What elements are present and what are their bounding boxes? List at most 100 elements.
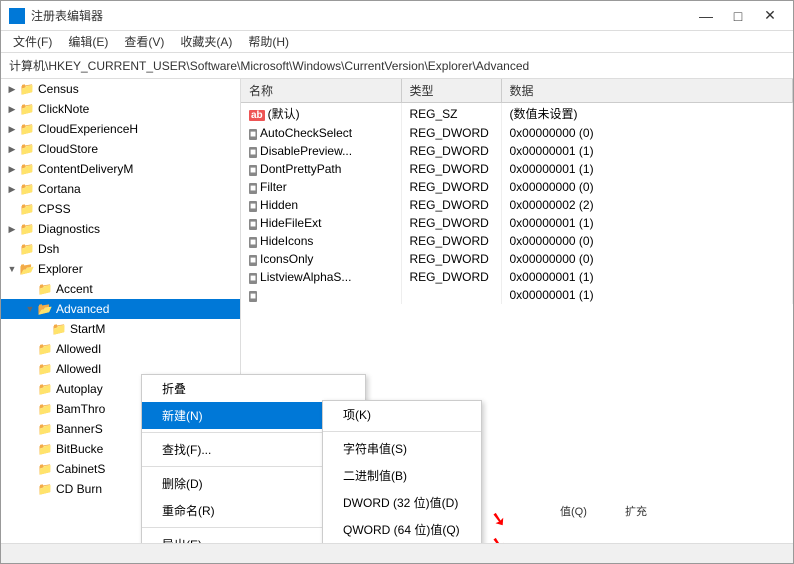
cell-data: 0x00000000 (0) bbox=[501, 178, 793, 196]
folder-icon: 📁 bbox=[19, 241, 35, 257]
cell-data: 0x00000001 (1) bbox=[501, 268, 793, 286]
tree-item-clicknote[interactable]: ▶ 📁 ClickNote bbox=[1, 99, 240, 119]
address-bar: 计算机\HKEY_CURRENT_USER\Software\Microsoft… bbox=[1, 53, 793, 79]
menu-favorites[interactable]: 收藏夹(A) bbox=[172, 31, 240, 53]
arrow-spacer: ▶ bbox=[23, 424, 37, 435]
ctx-collapse[interactable]: 折叠 bbox=[142, 375, 365, 402]
tree-label: CD Burn bbox=[56, 482, 102, 496]
registry-table: 名称 类型 数据 ab(默认)REG_SZ(数值未设置)■AutoCheckSe… bbox=[241, 79, 793, 304]
table-row[interactable]: ■DontPrettyPathREG_DWORD0x00000001 (1) bbox=[241, 160, 793, 178]
folder-icon: 📁 bbox=[19, 141, 35, 157]
cell-name: ■ListviewAlphaS... bbox=[241, 268, 401, 286]
arrow-spacer: ▶ bbox=[23, 404, 37, 415]
tree-item-dsh[interactable]: ▶ 📁 Dsh bbox=[1, 239, 240, 259]
cell-name: ■Hidden bbox=[241, 196, 401, 214]
table-row[interactable]: ■HideIconsREG_DWORD0x00000000 (0) bbox=[241, 232, 793, 250]
arrow-spacer: ▶ bbox=[5, 204, 19, 215]
tree-item-contentdelivery[interactable]: ▶ 📁 ContentDeliveryM bbox=[1, 159, 240, 179]
tree-label: BannerS bbox=[56, 422, 103, 436]
folder-icon: 📁 bbox=[37, 461, 53, 477]
folder-icon: 📁 bbox=[37, 341, 53, 357]
partial-text-1: 值(Q) bbox=[556, 501, 591, 521]
cell-type: REG_DWORD bbox=[401, 214, 501, 232]
arrow-icon: ▶ bbox=[5, 164, 19, 175]
arrow-spacer: ▶ bbox=[37, 324, 51, 335]
minimize-button[interactable]: — bbox=[691, 5, 721, 27]
folder-icon: 📁 bbox=[37, 381, 53, 397]
maximize-button[interactable]: □ bbox=[723, 5, 753, 27]
tree-item-allowedi1[interactable]: ▶ 📁 AllowedI bbox=[1, 339, 240, 359]
col-name: 名称 bbox=[241, 79, 401, 103]
tree-label: BamThro bbox=[56, 402, 105, 416]
menu-view[interactable]: 查看(V) bbox=[116, 31, 172, 53]
folder-icon: 📁 bbox=[37, 441, 53, 457]
arrow-spacer: ▶ bbox=[23, 444, 37, 455]
menu-bar: 文件(F) 编辑(E) 查看(V) 收藏夹(A) 帮助(H) bbox=[1, 31, 793, 53]
arrow-icon: ▼ bbox=[5, 264, 19, 274]
cell-data: 0x00000002 (2) bbox=[501, 196, 793, 214]
folder-icon: 📁 bbox=[19, 101, 35, 117]
table-row[interactable]: ■IconsOnlyREG_DWORD0x00000000 (0) bbox=[241, 250, 793, 268]
folder-open-icon: 📂 bbox=[19, 261, 35, 277]
cell-name: ■DisablePreview... bbox=[241, 142, 401, 160]
status-bar bbox=[1, 543, 793, 563]
cell-type: REG_DWORD bbox=[401, 250, 501, 268]
table-row[interactable]: ■FilterREG_DWORD0x00000000 (0) bbox=[241, 178, 793, 196]
tree-label: Advanced bbox=[56, 302, 109, 316]
tree-item-cpss[interactable]: ▶ 📁 CPSS bbox=[1, 199, 240, 219]
submenu-sep1 bbox=[323, 431, 481, 432]
cell-name: ■Filter bbox=[241, 178, 401, 196]
tree-item-advanced[interactable]: ▼ 📂 Advanced bbox=[1, 299, 240, 319]
tree-label: ClickNote bbox=[38, 102, 89, 116]
close-button[interactable]: ✕ bbox=[755, 5, 785, 27]
submenu-string[interactable]: 字符串值(S) bbox=[323, 435, 481, 462]
menu-edit[interactable]: 编辑(E) bbox=[60, 31, 116, 53]
folder-icon: 📁 bbox=[19, 121, 35, 137]
tree-item-cloudexperience[interactable]: ▶ 📁 CloudExperienceH bbox=[1, 119, 240, 139]
submenu-key[interactable]: 项(K) bbox=[323, 401, 481, 428]
registry-editor-window: 注册表编辑器 — □ ✕ 文件(F) 编辑(E) 查看(V) 收藏夹(A) 帮助… bbox=[0, 0, 794, 564]
arrow-spacer: ▶ bbox=[23, 344, 37, 355]
tree-item-cloudstore[interactable]: ▶ 📁 CloudStore bbox=[1, 139, 240, 159]
cell-data: 0x00000000 (0) bbox=[501, 232, 793, 250]
arrow-spacer: ▶ bbox=[23, 484, 37, 495]
table-row[interactable]: ■HideFileExtREG_DWORD0x00000001 (1) bbox=[241, 214, 793, 232]
table-row[interactable]: ■ListviewAlphaS...REG_DWORD0x00000001 (1… bbox=[241, 268, 793, 286]
submenu-dword[interactable]: DWORD (32 位)值(D) bbox=[323, 489, 481, 516]
tree-label: Diagnostics bbox=[38, 222, 100, 236]
arrow-icon: ▶ bbox=[5, 184, 19, 195]
table-row[interactable]: ■HiddenREG_DWORD0x00000002 (2) bbox=[241, 196, 793, 214]
address-text: 计算机\HKEY_CURRENT_USER\Software\Microsoft… bbox=[9, 57, 529, 74]
tree-item-accent[interactable]: ▶ 📁 Accent bbox=[1, 279, 240, 299]
title-bar: 注册表编辑器 — □ ✕ bbox=[1, 1, 793, 31]
cell-name: ■ bbox=[241, 286, 401, 304]
cell-data: 0x00000001 (1) bbox=[501, 160, 793, 178]
arrow-spacer: ▶ bbox=[23, 284, 37, 295]
submenu-qword[interactable]: QWORD (64 位)值(Q) bbox=[323, 516, 481, 543]
table-row[interactable]: ab(默认)REG_SZ(数值未设置) bbox=[241, 103, 793, 125]
table-row[interactable]: ■DisablePreview...REG_DWORD0x00000001 (1… bbox=[241, 142, 793, 160]
tree-item-explorer[interactable]: ▼ 📂 Explorer bbox=[1, 259, 240, 279]
table-row[interactable]: ■AutoCheckSelectREG_DWORD0x00000000 (0) bbox=[241, 124, 793, 142]
tree-item-startm[interactable]: ▶ 📁 StartM bbox=[1, 319, 240, 339]
tree-item-cortana[interactable]: ▶ 📁 Cortana bbox=[1, 179, 240, 199]
tree-label: AllowedI bbox=[56, 362, 101, 376]
arrow-icon: ▶ bbox=[5, 224, 19, 235]
cell-name: ■HideFileExt bbox=[241, 214, 401, 232]
window-title: 注册表编辑器 bbox=[31, 7, 691, 24]
col-type: 类型 bbox=[401, 79, 501, 103]
tree-item-diagnostics[interactable]: ▶ 📁 Diagnostics bbox=[1, 219, 240, 239]
table-row[interactable]: ■ 0x00000001 (1) bbox=[241, 286, 793, 304]
arrow-icon: ▶ bbox=[5, 124, 19, 135]
menu-help[interactable]: 帮助(H) bbox=[240, 31, 297, 53]
partial-text-2: 扩充 bbox=[621, 501, 651, 521]
tree-label: AllowedI bbox=[56, 342, 101, 356]
folder-icon: 📁 bbox=[37, 361, 53, 377]
tree-item-census[interactable]: ▶ 📁 Census bbox=[1, 79, 240, 99]
menu-file[interactable]: 文件(F) bbox=[5, 31, 60, 53]
submenu-binary[interactable]: 二进制值(B) bbox=[323, 462, 481, 489]
tree-label: Explorer bbox=[38, 262, 83, 276]
cell-data: 0x00000001 (1) bbox=[501, 286, 793, 304]
folder-icon: 📁 bbox=[51, 321, 67, 337]
tree-label: CPSS bbox=[38, 202, 71, 216]
